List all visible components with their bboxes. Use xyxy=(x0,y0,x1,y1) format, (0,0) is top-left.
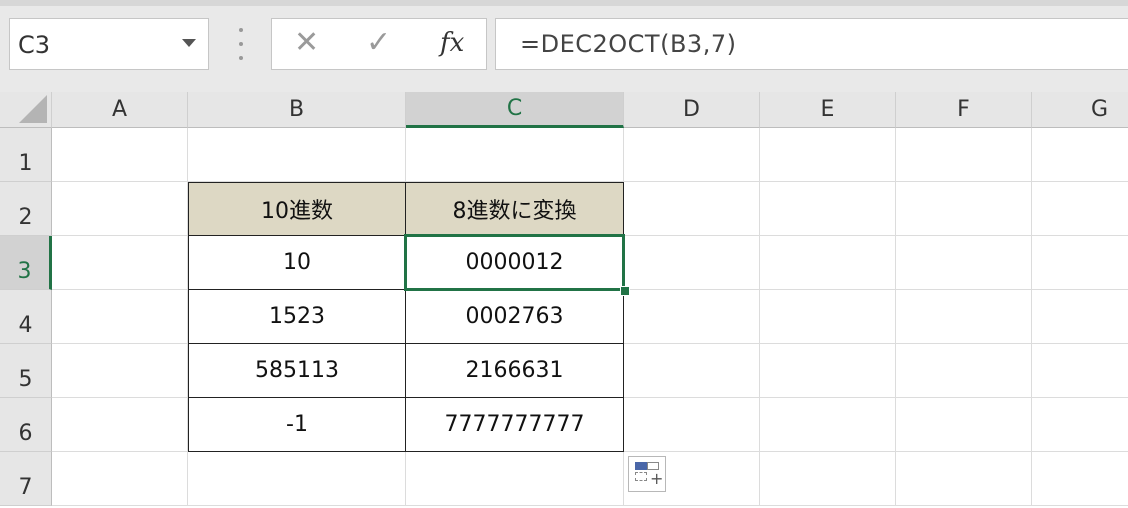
cell-f5[interactable] xyxy=(896,344,1032,398)
cell-g7[interactable] xyxy=(1032,452,1128,506)
column-header-e[interactable]: E xyxy=(760,92,896,128)
cell-f6[interactable] xyxy=(896,398,1032,452)
cell-b4[interactable]: 1523 xyxy=(188,290,406,344)
row-header-2[interactable]: 2 xyxy=(0,182,52,236)
select-all-button[interactable] xyxy=(0,92,52,128)
cell-c3[interactable]: 0000012 xyxy=(406,236,624,290)
quick-analysis-icon-part xyxy=(635,472,647,481)
cell-g6[interactable] xyxy=(1032,398,1128,452)
column-header-b[interactable]: B xyxy=(188,92,406,128)
formula-bar: C3 ✕ ✓ fx =DEC2OCT(B3,7) xyxy=(0,0,1128,92)
cell-a6[interactable] xyxy=(52,398,188,452)
formula-text: =DEC2OCT(B3,7) xyxy=(520,30,737,58)
insert-function-icon[interactable]: fx xyxy=(440,28,464,58)
cell-d1[interactable] xyxy=(624,128,760,182)
cell-g2[interactable] xyxy=(1032,182,1128,236)
cell-a1[interactable] xyxy=(52,128,188,182)
cell-f4[interactable] xyxy=(896,290,1032,344)
cell-c4[interactable]: 0002763 xyxy=(406,290,624,344)
name-box[interactable]: C3 xyxy=(9,18,209,70)
cell-a7[interactable] xyxy=(52,452,188,506)
cell-d4[interactable] xyxy=(624,290,760,344)
cell-g1[interactable] xyxy=(1032,128,1128,182)
cell-b3[interactable]: 10 xyxy=(188,236,406,290)
cancel-icon[interactable]: ✕ xyxy=(294,25,319,60)
row-header-3[interactable]: 3 xyxy=(0,236,52,290)
chevron-down-icon[interactable] xyxy=(182,39,196,47)
row-header-4[interactable]: 4 xyxy=(0,290,52,344)
cell-b1[interactable] xyxy=(188,128,406,182)
cell-c7[interactable] xyxy=(406,452,624,506)
fill-handle[interactable] xyxy=(620,286,630,296)
cell-d2[interactable] xyxy=(624,182,760,236)
cell-e5[interactable] xyxy=(760,344,896,398)
cell-e3[interactable] xyxy=(760,236,896,290)
cell-c6[interactable]: 7777777777 xyxy=(406,398,624,452)
quick-analysis-icon[interactable]: + xyxy=(628,456,666,492)
column-header-f[interactable]: F xyxy=(896,92,1032,128)
ribbon-edge xyxy=(0,0,1128,6)
cell-g3[interactable] xyxy=(1032,236,1128,290)
column-header-d[interactable]: D xyxy=(624,92,760,128)
column-header-c[interactable]: C xyxy=(406,92,624,128)
cell-f3[interactable] xyxy=(896,236,1032,290)
name-box-value: C3 xyxy=(18,31,51,59)
cell-f1[interactable] xyxy=(896,128,1032,182)
cell-b2[interactable]: 10進数 xyxy=(188,182,406,236)
enter-icon[interactable]: ✓ xyxy=(366,25,391,60)
formula-input[interactable]: =DEC2OCT(B3,7) xyxy=(495,18,1128,70)
cell-b6[interactable]: -1 xyxy=(188,398,406,452)
cell-b7[interactable] xyxy=(188,452,406,506)
cell-e6[interactable] xyxy=(760,398,896,452)
cell-e1[interactable] xyxy=(760,128,896,182)
column-header-g[interactable]: G xyxy=(1032,92,1128,128)
row-header-1[interactable]: 1 xyxy=(0,128,52,182)
cell-e2[interactable] xyxy=(760,182,896,236)
column-header-a[interactable]: A xyxy=(52,92,188,128)
spreadsheet-grid[interactable]: A B C D E F G 1 2 3 4 5 6 7 10進数 8進数に変換 10 0000012 1523 000… xyxy=(0,92,1128,508)
cell-d3[interactable] xyxy=(624,236,760,290)
cell-d5[interactable] xyxy=(624,344,760,398)
row-header-7[interactable]: 7 xyxy=(0,452,52,506)
cell-a4[interactable] xyxy=(52,290,188,344)
cell-c5[interactable]: 2166631 xyxy=(406,344,624,398)
cell-f2[interactable] xyxy=(896,182,1032,236)
drag-handle-icon[interactable] xyxy=(234,28,248,60)
row-header-5[interactable]: 5 xyxy=(0,344,52,398)
cell-d6[interactable] xyxy=(624,398,760,452)
quick-analysis-icon-part xyxy=(635,462,647,470)
cell-g5[interactable] xyxy=(1032,344,1128,398)
select-all-icon xyxy=(19,95,47,123)
cell-f7[interactable] xyxy=(896,452,1032,506)
cell-a2[interactable] xyxy=(52,182,188,236)
cell-g4[interactable] xyxy=(1032,290,1128,344)
cell-e4[interactable] xyxy=(760,290,896,344)
cell-c1[interactable] xyxy=(406,128,624,182)
cell-c2[interactable]: 8進数に変換 xyxy=(406,182,624,236)
cell-a5[interactable] xyxy=(52,344,188,398)
cell-b5[interactable]: 585113 xyxy=(188,344,406,398)
formula-buttons: ✕ ✓ fx xyxy=(271,18,487,70)
cell-a3[interactable] xyxy=(52,236,188,290)
row-header-6[interactable]: 6 xyxy=(0,398,52,452)
cell-e7[interactable] xyxy=(760,452,896,506)
plus-icon: + xyxy=(650,469,664,488)
